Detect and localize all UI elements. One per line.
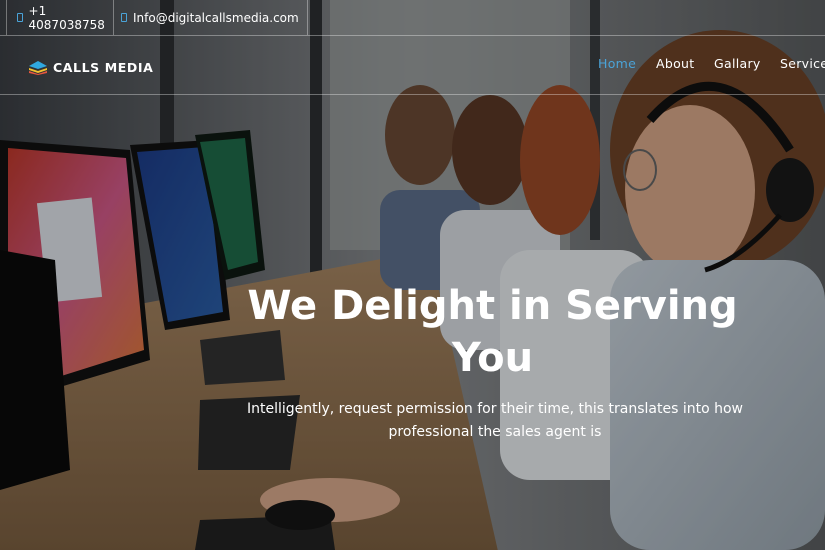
top-contact-bar: +1 4087038758 Info@digitalcallsmedia.com bbox=[0, 0, 825, 35]
nav-home[interactable]: Home bbox=[598, 56, 636, 71]
envelope-icon bbox=[121, 13, 127, 22]
email-contact[interactable]: Info@digitalcallsmedia.com bbox=[113, 0, 308, 35]
phone-number[interactable]: +1 4087038758 bbox=[29, 4, 115, 32]
phone-contact[interactable]: +1 4087038758 bbox=[6, 0, 115, 35]
phone-icon bbox=[17, 13, 23, 22]
header-divider bbox=[0, 94, 825, 95]
dark-overlay bbox=[0, 0, 825, 550]
brand-logo[interactable]: CALLS MEDIA bbox=[29, 60, 153, 75]
nav-gallary[interactable]: Gallary bbox=[714, 56, 761, 71]
nav-service[interactable]: Service bbox=[780, 56, 825, 71]
brand-name: CALLS MEDIA bbox=[53, 60, 154, 75]
email-address[interactable]: Info@digitalcallsmedia.com bbox=[133, 11, 299, 25]
layered-logo-icon bbox=[29, 60, 47, 75]
nav-about[interactable]: About bbox=[656, 56, 694, 71]
hero-background bbox=[0, 0, 825, 550]
top-divider bbox=[0, 35, 825, 36]
hero-subtitle: Intelligently, request permission for th… bbox=[246, 401, 744, 440]
hero-headline: We Delight in Serving You bbox=[247, 283, 738, 381]
